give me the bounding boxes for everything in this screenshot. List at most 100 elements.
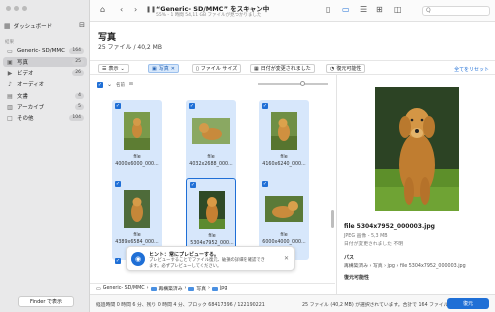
photo-thumbnail [118,190,156,228]
sidebar-item-other[interactable]: □ その他 104 [3,113,87,123]
preview-filename: file 5304x7952_000003.jpg [344,223,435,230]
tile-name: file [207,155,215,160]
preview-pane: file 5304x7952_000003.jpg JPEG 画像 - 5,3 … [336,75,495,294]
back-icon[interactable]: ‹ [120,5,123,15]
page-subtitle: 25 ファイル / 40,2 MB [98,44,162,51]
breadcrumb-item[interactable]: jpg [220,286,227,291]
preview-pane-icon[interactable]: ◫ [394,5,402,15]
show-in-finder-button[interactable]: Finder で表示 [18,296,74,307]
minimize-dot[interactable] [14,6,19,11]
recoverability-label: 復元可能性 [336,66,362,72]
photo-icon: ▣ [152,65,157,72]
close-icon[interactable]: ✕ [171,66,175,72]
sort-icon[interactable]: ⌄ [107,81,112,88]
sidebar-toggle-icon[interactable]: ⊟ [79,21,85,29]
forward-icon[interactable]: › [134,5,137,15]
photo-tile[interactable]: ✓ file 4000x6000_000... [112,100,162,182]
photo-tile[interactable]: ✓ file 4160x6240_000... [259,100,309,182]
grid-view-icon[interactable]: ⊞ [376,5,383,15]
window-controls [6,6,27,11]
list-view-icon[interactable]: ☰ [360,5,367,15]
close-dot[interactable] [6,6,11,11]
eye-icon: ◉ [131,252,145,266]
breadcrumb-item[interactable]: 写真 [196,285,206,292]
reset-all-link[interactable]: 全てをリセット [454,66,489,73]
file-icon: ▯ [196,65,199,72]
tile-name: file [133,233,141,238]
select-all-checkbox[interactable]: ✓ [97,81,103,88]
date-filter-button[interactable]: ▦ 日付が変更されました [250,64,315,73]
archive-icon: ▥ [7,103,13,111]
sidebar-item-photos[interactable]: ▣ 写真 25 [3,57,87,67]
view-filter-button[interactable]: ☰ 表示 ⌄ [98,64,129,73]
photo-thumbnail [118,112,156,150]
tile-checkbox[interactable]: ✓ [262,103,268,109]
app-window: ▦ ダッシュボード ⊟ 結果 ▭ Generic- SD/MMC 164 ▣ 写… [0,0,495,312]
name-column-header[interactable]: 名前 [116,82,125,88]
tile-checkbox[interactable]: ✓ [190,182,196,188]
recoverability-filter-button[interactable]: ◔ 復元可能性 [326,64,366,73]
sidebar-item-drive[interactable]: ▭ Generic- SD/MMC 164 [3,46,87,56]
preview-path-label: パス [344,255,355,261]
filesize-filter-button[interactable]: ▯ ファイル サイズ [192,64,242,73]
columns-icon[interactable]: ⊟ [129,82,133,87]
other-icon: □ [7,114,13,122]
sidebar-item-count: 104 [69,115,84,121]
sidebar-dashboard[interactable]: ▦ ダッシュボード [4,20,86,32]
tile-filename: 4032x2688_000... [189,162,233,167]
sidebar-item-count: 5 [75,104,84,110]
sidebar-item-documents[interactable]: ▤ 文書 4 [3,91,87,101]
tile-checkbox[interactable]: ✓ [115,181,121,187]
sidebar-item-audio[interactable]: ♪ オーディオ [3,79,87,89]
photo-thumbnail [193,191,231,229]
file-icon[interactable]: ▯ [326,5,330,15]
tile-name: file [208,234,216,239]
preview-image [375,87,459,211]
breadcrumb-item[interactable]: Generic- SD/MMC [103,286,145,291]
thumbnail-size-slider[interactable] [258,81,328,86]
sidebar-item-archives[interactable]: ▥ アーカイブ 5 [3,102,87,112]
breadcrumb-separator: › [146,286,149,291]
view-icon: ☰ [102,65,107,72]
tile-checkbox[interactable]: ✓ [115,258,121,264]
folder-icon[interactable]: ▭ [342,5,350,15]
tile-checkbox[interactable]: ✓ [115,103,121,109]
video-icon: ▶ [7,69,13,77]
music-icon: ♪ [8,80,12,88]
pause-icon[interactable]: ❚❚ [146,5,156,15]
tile-name: file [280,155,288,160]
scrollbar-thumb[interactable] [331,210,334,228]
home-icon[interactable]: ⌂ [100,5,105,15]
hint-title: ヒント：常にプレビューする。 [149,252,220,258]
sidebar-item-video[interactable]: ▶ ビデオ 26 [3,68,87,78]
tile-checkbox[interactable]: ✓ [189,103,195,109]
sidebar-item-label: ビデオ [17,71,34,77]
drive-icon: ▭ [96,285,101,292]
photo-thumbnail [265,112,303,150]
sidebar-item-label: その他 [17,116,34,122]
search-input[interactable]: Q [422,6,490,16]
close-icon[interactable]: ✕ [284,255,289,262]
photo-thumbnail [265,190,303,228]
recover-icon: ◔ [330,65,335,72]
sidebar-item-label: 文書 [17,94,29,100]
photo-tile[interactable]: ✓ file 4032x2688_000... [186,100,236,182]
photos-filter-chip[interactable]: ▣ 写真 ✕ [148,64,179,73]
folder-icon [211,286,218,291]
sidebar-item-label: アーカイブ [17,105,45,111]
toolbar: ⌂ ‹ › ❚❚ “Generic- SD/MMC” をスキャン中 55% - … [90,0,495,22]
view-label: 表示 [108,66,119,72]
tile-checkbox[interactable]: ✓ [262,181,268,187]
recover-button[interactable]: 復元 [447,298,489,309]
grid-scrollbar[interactable] [331,90,334,230]
zoom-dot[interactable] [22,6,27,11]
preview-file-info: JPEG 画像 - 5,3 MB [344,234,388,239]
tile-filename: 4160x6240_000... [262,162,306,167]
sidebar-item-label: Generic- SD/MMC [17,48,65,54]
breadcrumb-item[interactable]: 再構築済み [159,285,183,292]
breadcrumb-separator: › [184,286,187,291]
status-bar: 経過時間 0 時間 6 分、残り 0 時間 4 分、ブロック 68417396 … [90,294,495,312]
slider-knob[interactable] [300,81,305,86]
sidebar: ▦ ダッシュボード ⊟ 結果 ▭ Generic- SD/MMC 164 ▣ 写… [0,0,90,312]
sidebar-item-count: 26 [72,70,84,76]
